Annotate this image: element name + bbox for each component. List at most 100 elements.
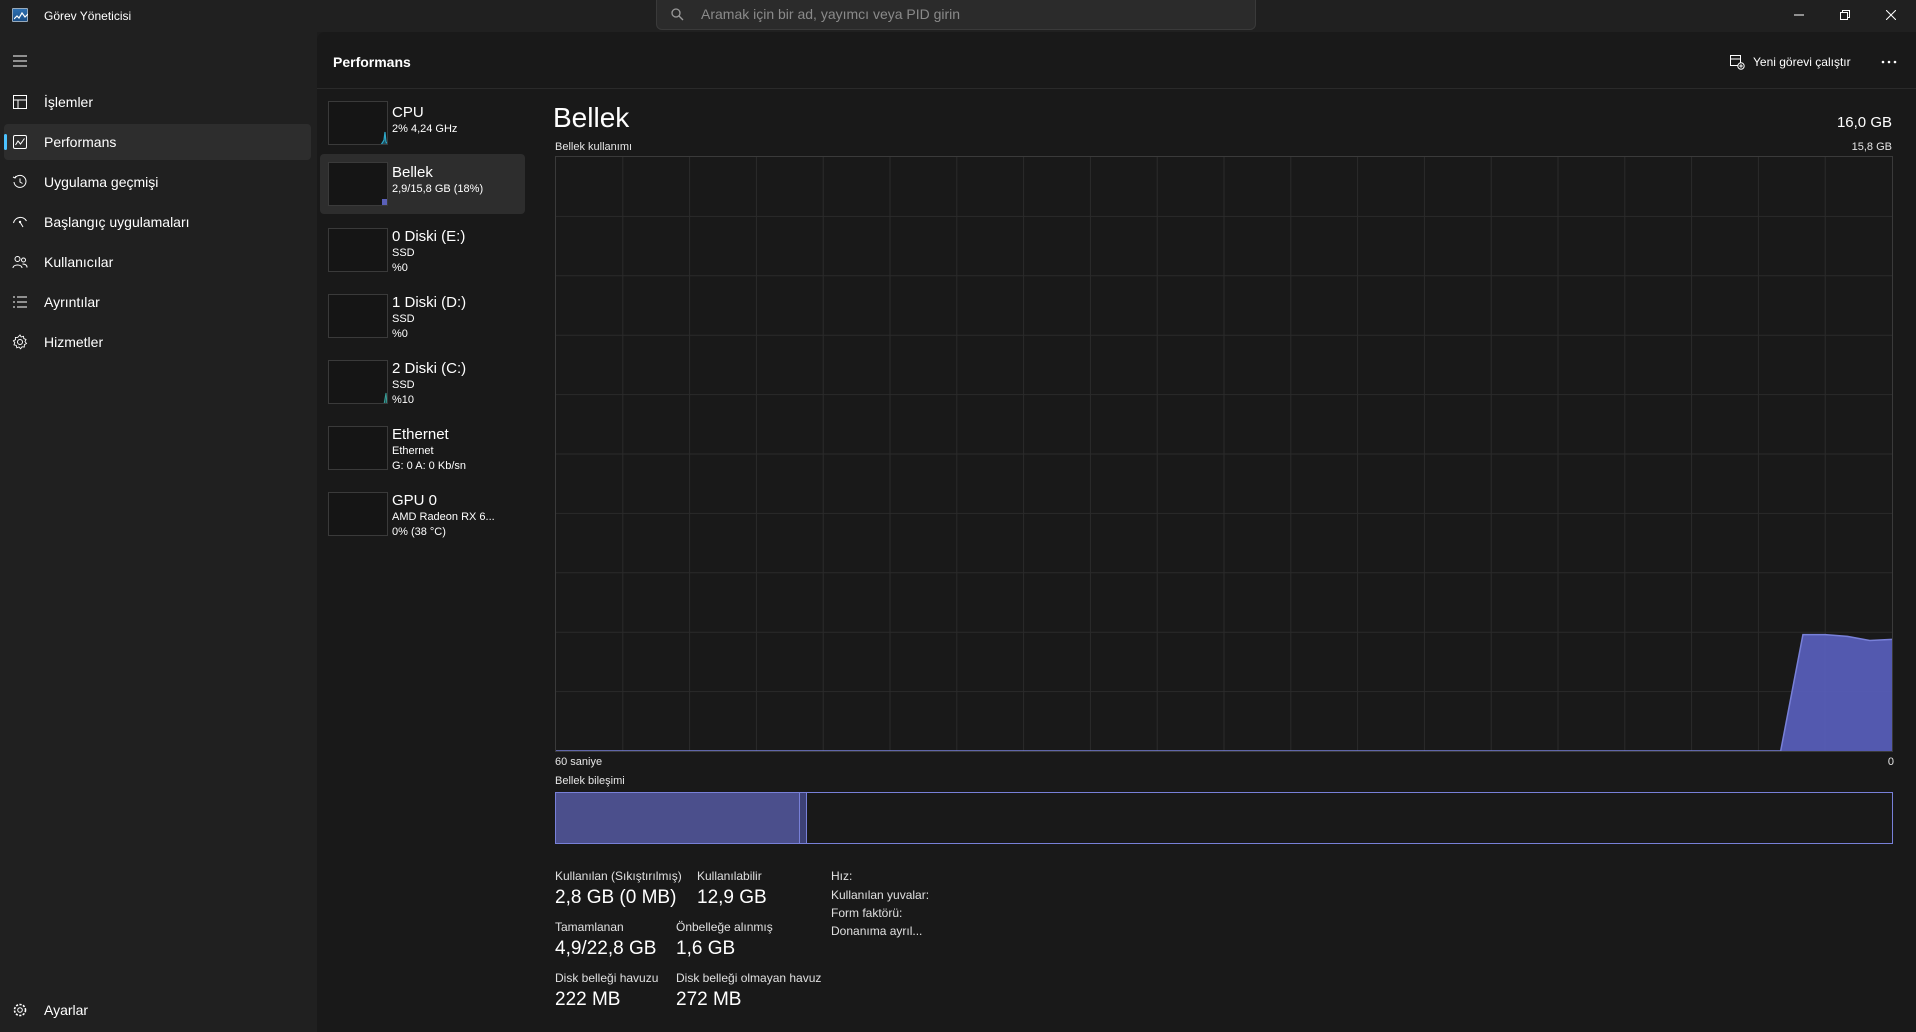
processes-icon [13,95,27,109]
sidebar-item-label: Başlangıç uygulamaları [44,214,190,230]
resource-name: GPU 0 [392,492,438,509]
close-button[interactable] [1868,0,1914,30]
stat-value: 2,8 GB (0 MB) [555,887,677,908]
resource-item-gpu[interactable]: GPU 0 AMD Radeon RX 6... 0% (38 °C) [320,482,525,544]
sidebar-item-users[interactable]: Kullanıcılar [4,244,311,280]
more-icon [1881,60,1897,64]
resource-item-memory[interactable]: Bellek 2,9/15,8 GB (18%) [320,154,525,214]
memory-composition-label: Bellek bileşimi [555,775,625,787]
main-panel: Performans Yeni görevi çalıştır CPU 2% 4… [317,32,1916,1032]
prop-slots-used: Kullanılan yuvalar: [831,888,930,902]
disk-1-thumbnail-graph [328,294,388,338]
memory-thumbnail-graph [328,162,388,206]
gpu-thumbnail-graph [328,492,388,536]
run-task-icon [1730,55,1745,70]
resource-detail: SSD [392,379,415,391]
run-new-task-button[interactable]: Yeni görevi çalıştır [1729,52,1851,72]
memory-usage-label: Bellek kullanımı [555,141,633,153]
resource-name: CPU [392,104,424,121]
resource-detail: 2% 4,24 GHz [392,123,458,135]
settings-label: Ayarlar [44,1002,89,1018]
minimize-icon [1794,14,1804,16]
resource-detail: 2,9/15,8 GB (18%) [392,183,484,195]
title-bar: Görev Yöneticisi [0,0,1916,32]
sidebar-item-performance[interactable]: Performans [4,124,311,160]
cpu-thumbnail-graph [328,101,388,145]
resource-detail: %0 [392,328,408,340]
composition-in-use [556,793,799,843]
stat-value: 272 MB [676,989,742,1010]
resource-item-disk-0[interactable]: 0 Diski (E:) SSD %0 [320,218,525,280]
header-divider [317,88,1916,89]
resource-item-cpu[interactable]: CPU 2% 4,24 GHz [320,94,525,152]
services-icon [12,334,28,350]
stat-value: 1,6 GB [676,938,736,959]
sidebar-item-details[interactable]: Ayrıntılar [4,284,311,320]
close-icon [1886,10,1896,20]
time-axis-start: 60 saniye [555,756,603,768]
sidebar-item-processes[interactable]: İşlemler [4,84,311,120]
search-input[interactable] [701,0,1241,28]
sidebar-item-label: Kullanıcılar [44,254,114,270]
composition-modified [799,793,807,843]
run-task-label: Yeni görevi çalıştır [1753,55,1851,69]
more-options-button[interactable] [1877,50,1901,74]
details-icon [13,296,27,308]
resource-detail: SSD [392,313,415,325]
gear-icon [13,1003,27,1017]
restore-button[interactable] [1822,0,1868,30]
history-icon [12,174,27,188]
memory-usage-area [1780,634,1892,751]
minimize-button[interactable] [1776,0,1822,30]
resource-detail: %0 [392,262,408,274]
total-memory: 16,0 GB [1836,114,1892,131]
sidebar-item-settings[interactable]: Ayarlar [4,992,311,1028]
sidebar-item-label: Hizmetler [44,334,104,350]
restore-icon [1840,10,1850,20]
hamburger-menu-button[interactable] [12,54,28,68]
memory-max-label: 15,8 GB [1851,141,1892,153]
resource-name: 0 Diski (E:) [392,228,466,245]
stat-label: Kullanılabilir [697,869,762,883]
performance-icon [13,135,27,149]
time-axis-end: 0 [1887,756,1894,768]
stat-label: Disk belleği havuzu [555,971,659,985]
hamburger-icon [13,55,27,67]
stat-value: 12,9 GB [697,887,767,908]
stat-value: 222 MB [555,989,621,1010]
sidebar: İşlemler Performans Uygulama geçmişi Baş… [0,32,317,1032]
search-box[interactable] [656,0,1256,30]
resource-item-ethernet[interactable]: Ethernet Ethernet G: 0 A: 0 Kb/sn [320,416,525,478]
resource-item-disk-2[interactable]: 2 Diski (C:) SSD %10 [320,350,525,412]
users-icon [12,256,28,269]
resource-detail: SSD [392,247,415,259]
resource-detail: 0% (38 °C) [392,526,446,538]
sidebar-item-startup-apps[interactable]: Başlangıç uygulamaları [4,204,311,240]
prop-speed: Hız: [831,869,853,883]
resource-item-disk-1[interactable]: 1 Diski (D:) SSD %0 [320,284,525,346]
search-icon [671,8,684,21]
prop-hardware-reserved: Donanıma ayrıl... [831,924,923,938]
memory-usage-chart [555,156,1893,752]
resource-detail: Ethernet [392,445,434,457]
resource-name: Bellek [392,164,433,181]
stat-label: Disk belleği olmayan havuz [676,971,822,985]
memory-composition-bar [555,792,1893,844]
page-title: Performans [333,54,411,70]
sidebar-item-label: Performans [44,134,117,150]
startup-icon [13,216,27,228]
sidebar-item-label: Ayrıntılar [44,294,100,310]
resource-detail: AMD Radeon RX 6... [392,511,495,523]
app-title: Görev Yöneticisi [44,9,132,23]
memory-usage-chart-svg [556,157,1893,752]
sidebar-item-app-history[interactable]: Uygulama geçmişi [4,164,311,200]
resource-name: 1 Diski (D:) [392,294,467,311]
task-manager-logo-icon [12,8,28,22]
resource-name: 2 Diski (C:) [392,360,467,377]
disk-2-thumbnail-graph [328,360,388,404]
prop-form-factor: Form faktörü: [831,906,903,920]
sidebar-item-label: İşlemler [44,94,94,110]
sidebar-item-services[interactable]: Hizmetler [4,324,311,360]
stat-label: Kullanılan (Sıkıştırılmış) [555,869,682,883]
disk-0-thumbnail-graph [328,228,388,272]
